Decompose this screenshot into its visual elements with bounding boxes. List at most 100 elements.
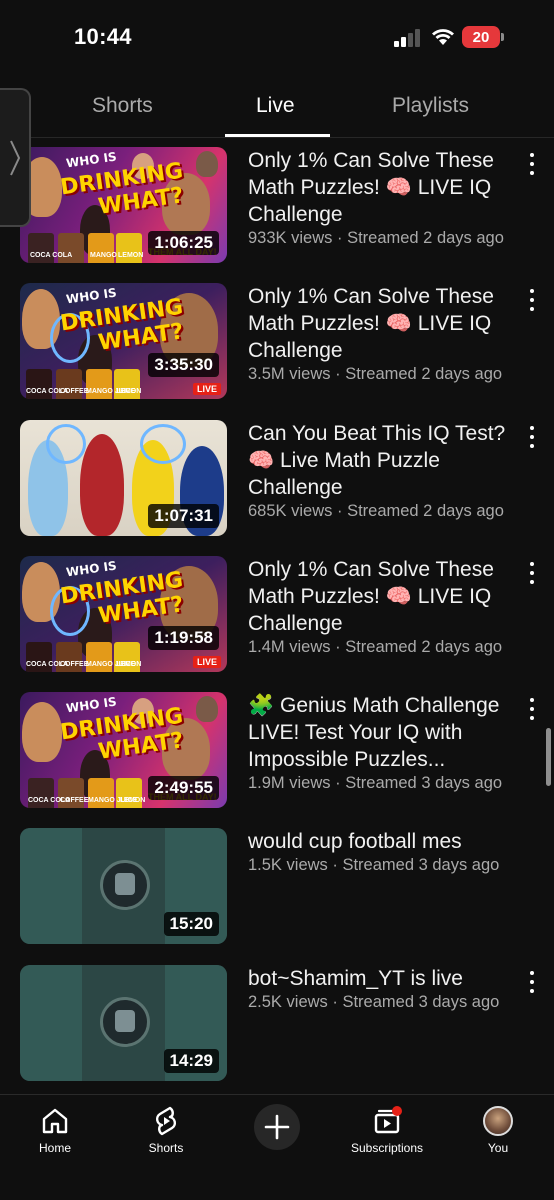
thumbnail-text: WHO IS xyxy=(65,149,118,171)
thumbnail-label: COFFEE xyxy=(60,388,89,395)
video-duration: 3:35:30 xyxy=(148,353,219,377)
live-badge: LIVE xyxy=(192,383,221,395)
wifi-icon xyxy=(432,29,454,45)
view-count: 1.9M views xyxy=(248,774,331,792)
view-count: 2.5K views xyxy=(248,993,328,1011)
more-options-icon[interactable] xyxy=(522,287,542,313)
thumbnail-text: WHO IS xyxy=(65,694,118,716)
video-info: 🧩 Genius Math Challenge LIVE! Test Your … xyxy=(248,692,518,793)
channel-logo xyxy=(100,860,150,910)
video-meta: 1.4M views · Streamed 2 days ago xyxy=(248,638,503,656)
view-count: 3.5M views xyxy=(248,365,331,383)
stream-date: Streamed 3 days ago xyxy=(342,993,500,1011)
plus-icon xyxy=(264,1114,290,1140)
live-badge: LIVE xyxy=(192,656,221,668)
avatar xyxy=(483,1106,513,1136)
stream-date: Streamed 3 days ago xyxy=(342,856,500,874)
more-options-icon[interactable] xyxy=(522,969,542,995)
video-meta: 933K views · Streamed 2 days ago xyxy=(248,229,504,247)
battery-level: 20 xyxy=(462,26,500,48)
video-duration: 1:07:31 xyxy=(148,504,219,528)
status-time: 10:44 xyxy=(74,24,132,49)
video-title[interactable]: bot~Shamim_YT is live xyxy=(248,965,518,992)
cellular-signal-icon xyxy=(394,29,420,47)
divider xyxy=(0,137,554,138)
video-item[interactable]: WHO IS DRINKING WHAT? COCA COLA COFFEE M… xyxy=(0,692,554,814)
video-duration: 2:49:55 xyxy=(148,776,219,800)
scrollbar[interactable] xyxy=(546,728,551,786)
tab-live[interactable]: Live xyxy=(256,94,295,118)
thumbnail-label: LEMON xyxy=(118,252,144,259)
video-item[interactable]: 14:29 bot~Shamim_YT is live 2.5K views ·… xyxy=(0,965,554,1087)
battery-icon: 20 xyxy=(462,26,506,48)
view-count: 933K views xyxy=(248,229,333,247)
stream-date: Streamed 2 days ago xyxy=(345,638,503,656)
bottom-navigation: Home Shorts Subscriptions You xyxy=(0,1094,554,1200)
video-info: Can You Beat This IQ Test? 🧠 Live Math P… xyxy=(248,420,518,521)
create-button[interactable] xyxy=(254,1104,300,1150)
view-count: 1.5K views xyxy=(248,856,328,874)
thumbnail-text: WHO IS xyxy=(65,285,118,307)
video-duration: 1:06:25 xyxy=(148,231,219,255)
video-meta: 2.5K views · Streamed 3 days ago xyxy=(248,993,500,1011)
subscriptions-icon xyxy=(374,1106,402,1134)
thumbnail-text: WHO IS xyxy=(65,558,118,580)
video-meta: 1.9M views · Streamed 3 days ago xyxy=(248,774,503,792)
video-duration: 14:29 xyxy=(163,1049,219,1073)
nav-shorts[interactable]: Shorts xyxy=(121,1105,211,1155)
thumbnail-label: LEMON xyxy=(116,661,142,668)
more-options-icon[interactable] xyxy=(522,151,542,177)
video-title[interactable]: would cup football mes xyxy=(248,828,518,855)
nav-subscriptions-label: Subscriptions xyxy=(350,1141,424,1155)
more-options-icon[interactable] xyxy=(522,424,542,450)
more-options-icon[interactable] xyxy=(522,696,542,722)
status-bar: 10:44 20 xyxy=(0,0,554,76)
view-count: 685K views xyxy=(248,502,333,520)
thumbnail-label: MANGO xyxy=(90,252,117,259)
video-title[interactable]: Only 1% Can Solve These Math Puzzles! 🧠 … xyxy=(248,147,518,228)
video-info: bot~Shamim_YT is live 2.5K views · Strea… xyxy=(248,965,518,1012)
video-meta: 1.5K views · Streamed 3 days ago xyxy=(248,856,500,874)
video-item[interactable]: WHO IS DRINKING WHAT? COCA COLA MANGO LE… xyxy=(0,147,554,269)
video-title[interactable]: Can You Beat This IQ Test? 🧠 Live Math P… xyxy=(248,420,518,501)
video-duration: 1:19:58 xyxy=(148,626,219,650)
video-item[interactable]: WHO IS DRINKING WHAT? COCA COLA COFFEE M… xyxy=(0,556,554,678)
video-info: would cup football mes 1.5K views · Stre… xyxy=(248,828,518,875)
video-title[interactable]: Only 1% Can Solve These Math Puzzles! 🧠 … xyxy=(248,556,518,637)
tab-shorts[interactable]: Shorts xyxy=(92,94,153,118)
video-title[interactable]: Only 1% Can Solve These Math Puzzles! 🧠 … xyxy=(248,283,518,364)
video-item[interactable]: 15:20 would cup football mes 1.5K views … xyxy=(0,828,554,950)
nav-subscriptions[interactable]: Subscriptions xyxy=(342,1105,432,1155)
chevron-right-icon xyxy=(9,140,20,175)
thumbnail-label: COFFEE xyxy=(60,661,89,668)
video-thumbnail[interactable]: WHO IS DRINKING WHAT? COCA COLA COFFEE M… xyxy=(20,283,227,399)
side-drawer-handle[interactable] xyxy=(0,88,31,227)
view-count: 1.4M views xyxy=(248,638,331,656)
nav-shorts-label: Shorts xyxy=(148,1141,184,1155)
video-info: Only 1% Can Solve These Math Puzzles! 🧠 … xyxy=(248,556,518,657)
video-info: Only 1% Can Solve These Math Puzzles! 🧠 … xyxy=(248,283,518,384)
video-thumbnail[interactable]: 15:20 xyxy=(20,828,227,944)
nav-home[interactable]: Home xyxy=(10,1105,100,1155)
video-item[interactable]: WHO IS DRINKING WHAT? COCA COLA COFFEE M… xyxy=(0,283,554,405)
more-options-icon[interactable] xyxy=(522,560,542,586)
stream-date: Streamed 2 days ago xyxy=(345,365,503,383)
video-thumbnail[interactable]: WHO IS DRINKING WHAT? COCA COLA COFFEE M… xyxy=(20,692,227,808)
video-thumbnail[interactable]: WHO IS DRINKING WHAT? COCA COLA COFFEE M… xyxy=(20,556,227,672)
channel-tabs: Shorts Live Playlists xyxy=(0,76,554,138)
video-thumbnail[interactable]: WHO IS DRINKING WHAT? COCA COLA MANGO LE… xyxy=(20,147,227,263)
stream-date: Streamed 2 days ago xyxy=(347,229,504,247)
video-thumbnail[interactable]: 1:07:31 xyxy=(20,420,227,536)
video-thumbnail[interactable]: 14:29 xyxy=(20,965,227,1081)
shorts-icon xyxy=(155,1106,177,1136)
video-item[interactable]: 1:07:31 Can You Beat This IQ Test? 🧠 Liv… xyxy=(0,420,554,542)
tab-playlists[interactable]: Playlists xyxy=(392,94,469,118)
video-meta: 3.5M views · Streamed 2 days ago xyxy=(248,365,503,383)
home-icon xyxy=(42,1108,68,1134)
stream-date: Streamed 3 days ago xyxy=(345,774,503,792)
video-title[interactable]: 🧩 Genius Math Challenge LIVE! Test Your … xyxy=(248,692,518,773)
nav-you[interactable]: You xyxy=(453,1105,543,1155)
channel-logo xyxy=(100,997,150,1047)
video-duration: 15:20 xyxy=(163,912,219,936)
nav-home-label: Home xyxy=(38,1141,71,1155)
